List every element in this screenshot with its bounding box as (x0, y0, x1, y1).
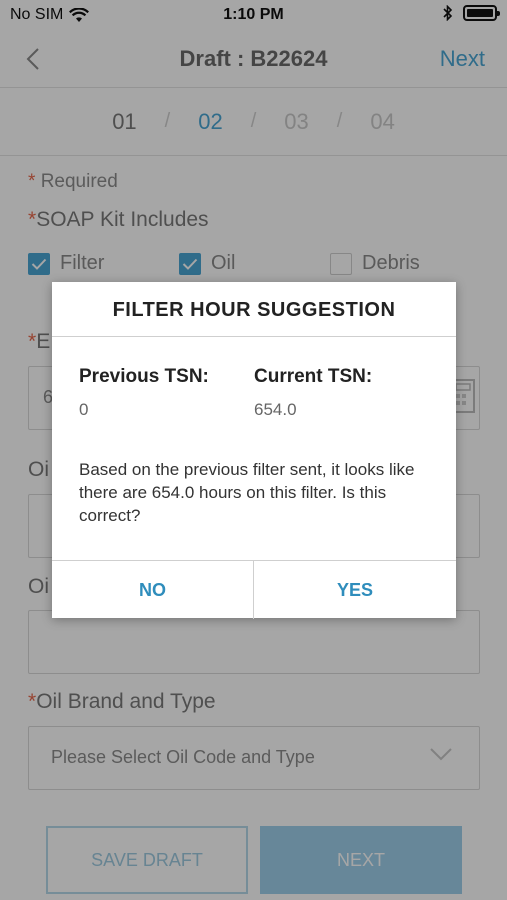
dialog-title: FILTER HOUR SUGGESTION (52, 282, 456, 337)
previous-tsn-label: Previous TSN: (79, 366, 209, 387)
dialog-actions: NO YES (52, 560, 456, 619)
previous-tsn-value: 0 (79, 400, 89, 419)
dialog-no-button[interactable]: NO (52, 561, 254, 619)
current-tsn-value: 654.0 (254, 400, 297, 419)
previous-tsn: Previous TSN: 0 (79, 366, 209, 420)
dialog-message: Based on the previous filter sent, it lo… (79, 460, 415, 525)
current-tsn: Current TSN: 654.0 (254, 366, 372, 420)
dialog-yes-button[interactable]: YES (254, 561, 456, 619)
filter-hour-dialog: FILTER HOUR SUGGESTION Previous TSN: 0 C… (52, 282, 456, 619)
current-tsn-label: Current TSN: (254, 366, 373, 387)
